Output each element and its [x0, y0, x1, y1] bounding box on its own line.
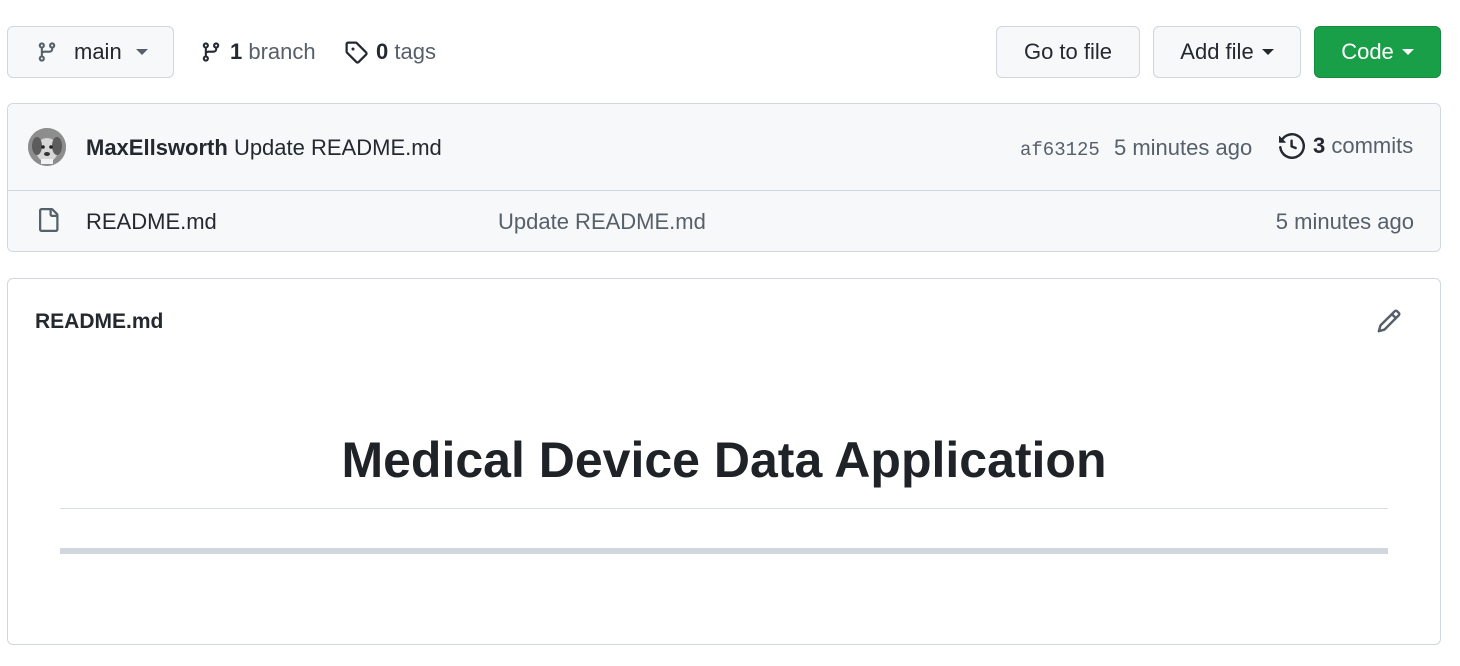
- code-button[interactable]: Code: [1314, 26, 1441, 78]
- code-label: Code: [1341, 39, 1394, 64]
- file-commit-time: 5 minutes ago: [1275, 209, 1414, 234]
- file-list: MaxEllsworth Update README.md af63125 5 …: [7, 103, 1441, 252]
- avatar[interactable]: [28, 128, 66, 166]
- pencil-icon[interactable]: [1376, 308, 1402, 334]
- commit-message[interactable]: Update README.md: [234, 135, 442, 160]
- add-file-button[interactable]: Add file: [1153, 26, 1301, 78]
- readme-heading: Medical Device Data Application: [341, 432, 1107, 488]
- branches-link[interactable]: 1 branch: [200, 36, 316, 68]
- file-commit-message[interactable]: Update README.md: [498, 209, 706, 235]
- tag-icon: [344, 40, 368, 64]
- chevron-down-icon: [1261, 49, 1274, 55]
- history-icon: [1279, 133, 1305, 159]
- chevron-down-icon: [135, 49, 148, 55]
- readme-panel: README.md Medical Device Data Applicatio…: [7, 278, 1441, 645]
- commit-label: commits: [1331, 133, 1414, 158]
- go-to-file-label: Go to file: [1023, 39, 1113, 64]
- go-to-file-button[interactable]: Go to file: [996, 26, 1140, 78]
- tags-link[interactable]: 0 tags: [344, 36, 436, 68]
- add-file-label: Add file: [1180, 39, 1254, 64]
- file-icon: [36, 207, 60, 233]
- branch-label: branch: [248, 39, 316, 64]
- branch-name: main: [74, 39, 122, 64]
- commit-count: 3: [1313, 133, 1326, 158]
- git-branch-icon: [36, 40, 58, 64]
- commits-link[interactable]: 3 commits: [1279, 133, 1413, 159]
- file-name-link[interactable]: README.md: [86, 209, 217, 235]
- latest-commit-row: MaxEllsworth Update README.md af63125 5 …: [8, 104, 1440, 191]
- git-branch-icon: [200, 40, 222, 64]
- chevron-down-icon: [1401, 49, 1414, 55]
- horizontal-rule: [60, 548, 1388, 554]
- branch-select-button[interactable]: main: [7, 26, 174, 78]
- tag-label: tags: [394, 39, 436, 64]
- commit-sha[interactable]: af63125: [1020, 139, 1100, 161]
- branch-count: 1: [230, 39, 243, 64]
- commit-author[interactable]: MaxEllsworth: [86, 135, 228, 160]
- heading-divider: [60, 508, 1388, 509]
- table-row: README.md Update README.md 5 minutes ago: [8, 191, 1440, 251]
- commit-summary: MaxEllsworth Update README.md: [86, 135, 442, 161]
- readme-filename: README.md: [35, 310, 164, 333]
- commit-time: 5 minutes ago: [1114, 135, 1253, 160]
- tag-count: 0: [376, 39, 389, 64]
